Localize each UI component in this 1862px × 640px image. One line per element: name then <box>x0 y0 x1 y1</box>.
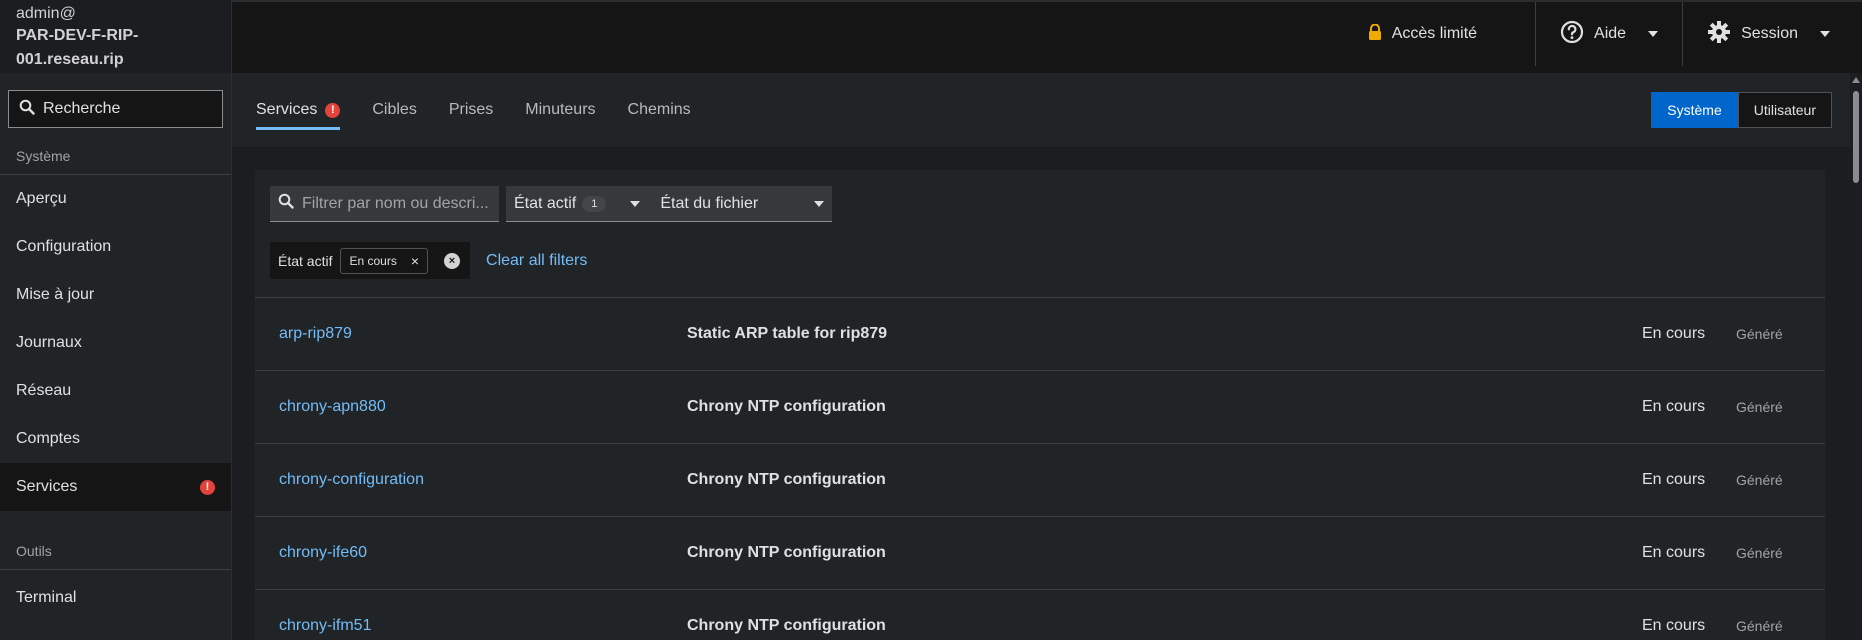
limited-access-button[interactable]: Accès limité <box>1344 2 1535 66</box>
table-row[interactable]: chrony-apn880 Chrony NTP configuration E… <box>255 371 1825 444</box>
section-system: Système <box>0 138 231 175</box>
table-row[interactable]: arp-rip879 Static ARP table for rip879 E… <box>255 298 1825 371</box>
chevron-down-icon <box>1820 31 1830 37</box>
filter-chip: En cours × <box>340 247 429 274</box>
close-icon[interactable]: × <box>411 253 419 269</box>
filter-search-input[interactable] <box>302 194 492 213</box>
session-menu[interactable]: Session <box>1682 2 1862 66</box>
table-row[interactable]: chrony-ifm51 Chrony NTP configuration En… <box>255 590 1825 640</box>
caret-down-icon <box>630 200 641 207</box>
clear-all-filters-link[interactable]: Clear all filters <box>486 252 587 270</box>
service-state: En cours <box>1642 544 1706 561</box>
tab-prises[interactable]: Prises <box>449 73 493 147</box>
service-file-state: Généré <box>1736 618 1783 634</box>
service-file-state: Généré <box>1736 399 1783 415</box>
top-bar: Accès limité Aide Session <box>232 0 1862 73</box>
service-description: Chrony NTP configuration <box>687 617 886 634</box>
caret-down-icon <box>814 200 825 207</box>
tab-minuteurs[interactable]: Minuteurs <box>525 73 595 147</box>
system-toggle-button[interactable]: Système <box>1651 92 1738 128</box>
sidebar: admin@ PAR-DEV-F-RIP-001.reseau.rip Syst… <box>0 0 232 640</box>
gear-icon <box>1707 20 1731 49</box>
section-tools: Outils <box>0 533 231 570</box>
tab-services[interactable]: Services ! <box>256 73 341 147</box>
main-content: Services ! Cibles Prises Minuteurs Chemi… <box>232 73 1850 640</box>
tab-chemins[interactable]: Chemins <box>628 73 691 147</box>
scrollbar-thumb[interactable] <box>1853 91 1859 183</box>
chip-category: État actif <box>278 252 333 269</box>
filter-search[interactable] <box>270 186 499 222</box>
sidebar-search-input[interactable] <box>43 100 193 118</box>
lock-icon <box>1368 23 1382 45</box>
service-state: En cours <box>1642 617 1706 634</box>
services-table: arp-rip879 Static ARP table for rip879 E… <box>255 297 1825 640</box>
help-icon <box>1560 20 1584 49</box>
remove-group-icon[interactable]: × <box>444 252 461 269</box>
search-icon <box>278 193 294 214</box>
tab-cibles[interactable]: Cibles <box>372 73 416 147</box>
sidebar-item-configuration[interactable]: Configuration <box>0 223 231 271</box>
service-name-link[interactable]: chrony-configuration <box>279 471 424 489</box>
active-state-select[interactable]: État actif 1 <box>506 186 653 222</box>
service-file-state: Généré <box>1736 545 1783 561</box>
service-state: En cours <box>1642 471 1706 488</box>
host-name: PAR-DEV-F-RIP-001.reseau.rip <box>16 27 139 68</box>
service-description: Chrony NTP configuration <box>687 544 886 561</box>
service-name-link[interactable]: chrony-apn880 <box>279 398 386 416</box>
file-state-select[interactable]: État du fichier <box>652 186 833 222</box>
active-filters: État actif En cours × × Clear all filter… <box>255 222 1825 279</box>
error-icon: ! <box>325 102 341 118</box>
chevron-down-icon <box>1648 31 1659 37</box>
sidebar-item-mise-a-jour[interactable]: Mise à jour <box>0 271 231 319</box>
table-row[interactable]: chrony-configuration Chrony NTP configur… <box>255 444 1825 517</box>
tab-bar: Services ! Cibles Prises Minuteurs Chemi… <box>232 73 1850 147</box>
scroll-up-arrow-icon[interactable] <box>1852 77 1860 83</box>
services-card: État actif 1 État du fichier État actif … <box>255 170 1825 640</box>
sidebar-search[interactable] <box>8 90 223 128</box>
table-row[interactable]: chrony-ife60 Chrony NTP configuration En… <box>255 517 1825 590</box>
filter-toolbar: État actif 1 État du fichier <box>255 170 1825 222</box>
sidebar-item-reseau[interactable]: Réseau <box>0 367 231 415</box>
service-name-link[interactable]: chrony-ife60 <box>279 544 367 562</box>
service-state: En cours <box>1642 398 1706 415</box>
host-switcher[interactable]: admin@ PAR-DEV-F-RIP-001.reseau.rip <box>0 0 231 73</box>
help-menu[interactable]: Aide <box>1535 2 1682 66</box>
search-icon <box>19 99 35 120</box>
service-description: Static ARP table for rip879 <box>687 325 888 342</box>
service-file-state: Généré <box>1736 472 1783 488</box>
sidebar-nav: Aperçu Configuration Mise à jour Journau… <box>0 175 231 511</box>
sidebar-item-services[interactable]: Services ! <box>0 463 231 511</box>
scope-toggle-group: Système Utilisateur <box>1651 92 1832 128</box>
error-icon: ! <box>200 479 215 495</box>
sidebar-item-comptes[interactable]: Comptes <box>0 415 231 463</box>
chip-group-active-state: État actif En cours × × <box>270 242 471 279</box>
sidebar-item-journaux[interactable]: Journaux <box>0 319 231 367</box>
filter-count-badge: 1 <box>582 195 607 212</box>
service-name-link[interactable]: arp-rip879 <box>279 325 352 343</box>
service-name-link[interactable]: chrony-ifm51 <box>279 617 371 635</box>
user-toggle-button[interactable]: Utilisateur <box>1737 92 1832 128</box>
page-scrollbar[interactable] <box>1850 73 1862 640</box>
service-description: Chrony NTP configuration <box>687 398 886 415</box>
service-file-state: Généré <box>1736 326 1783 342</box>
service-state: En cours <box>1642 325 1706 342</box>
sidebar-item-apercu[interactable]: Aperçu <box>0 175 231 223</box>
host-user: admin@ <box>16 5 76 22</box>
service-description: Chrony NTP configuration <box>687 471 886 488</box>
sidebar-item-terminal[interactable]: Terminal <box>0 574 231 622</box>
